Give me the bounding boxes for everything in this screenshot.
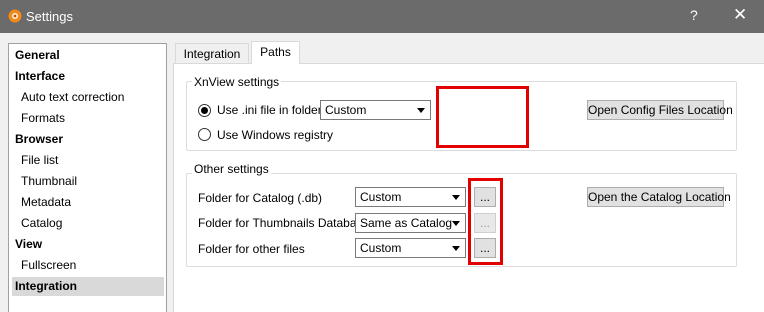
chevron-down-icon: [417, 108, 425, 113]
tree-item-auto-text-correction[interactable]: Auto text correction: [21, 88, 124, 107]
annotation-highlight-box: [436, 86, 529, 148]
window-title: Settings: [26, 9, 73, 24]
other-files-folder-label: Folder for other files: [198, 242, 305, 256]
catalog-folder-combo-value: Custom: [360, 190, 402, 204]
tree-item-thumbnail[interactable]: Thumbnail: [21, 172, 77, 191]
use-ini-label: Use .ini file in folder: [217, 103, 322, 117]
chevron-down-icon: [452, 195, 460, 200]
tree-item-catalog[interactable]: Catalog: [21, 214, 62, 233]
annotation-highlight-box: [468, 178, 503, 265]
catalog-folder-combo[interactable]: Custom: [355, 187, 466, 207]
other-files-folder-combo-value: Custom: [360, 241, 402, 255]
tree-item-metadata[interactable]: Metadata: [21, 193, 71, 212]
tab-integration[interactable]: Integration: [175, 43, 249, 64]
chevron-down-icon: [452, 246, 460, 251]
xnview-settings-group-label: XnView settings: [192, 75, 282, 89]
other-files-folder-combo[interactable]: Custom: [355, 238, 466, 258]
tree-item-formats[interactable]: Formats: [21, 109, 65, 128]
close-button[interactable]: ✕: [733, 5, 747, 25]
use-ini-radio[interactable]: [198, 104, 211, 117]
xnview-app-icon: [8, 9, 22, 23]
tree-item-browser[interactable]: Browser: [15, 130, 63, 149]
thumbnails-db-folder-combo-value: Same as Catalog: [360, 216, 453, 230]
help-button[interactable]: ?: [690, 7, 698, 23]
open-config-location-button[interactable]: Open Config Files Location: [587, 100, 733, 120]
catalog-folder-label: Folder for Catalog (.db): [198, 191, 323, 205]
thumbnails-db-folder-label: Folder for Thumbnails Database: [198, 216, 370, 230]
tree-item-fullscreen[interactable]: Fullscreen: [21, 256, 76, 275]
open-catalog-location-button[interactable]: Open the Catalog Location: [587, 187, 731, 207]
title-bar: Settings ? ✕: [0, 0, 764, 33]
chevron-down-icon: [452, 221, 460, 226]
thumbnails-db-folder-combo[interactable]: Same as Catalog: [355, 213, 466, 233]
tree-item-view[interactable]: View: [15, 235, 42, 254]
settings-category-tree[interactable]: General Interface Auto text correction F…: [8, 43, 167, 312]
ini-folder-combo[interactable]: Custom: [320, 100, 431, 120]
tree-item-interface[interactable]: Interface: [15, 67, 65, 86]
use-registry-radio[interactable]: [198, 128, 211, 141]
ini-folder-combo-value: Custom: [325, 103, 367, 117]
tab-paths[interactable]: Paths: [251, 41, 300, 64]
tree-item-integration[interactable]: Integration: [15, 277, 77, 296]
tree-item-general[interactable]: General: [15, 46, 60, 65]
use-registry-label: Use Windows registry: [217, 128, 334, 142]
tree-item-file-list[interactable]: File list: [21, 151, 58, 170]
other-settings-group-label: Other settings: [192, 162, 271, 176]
